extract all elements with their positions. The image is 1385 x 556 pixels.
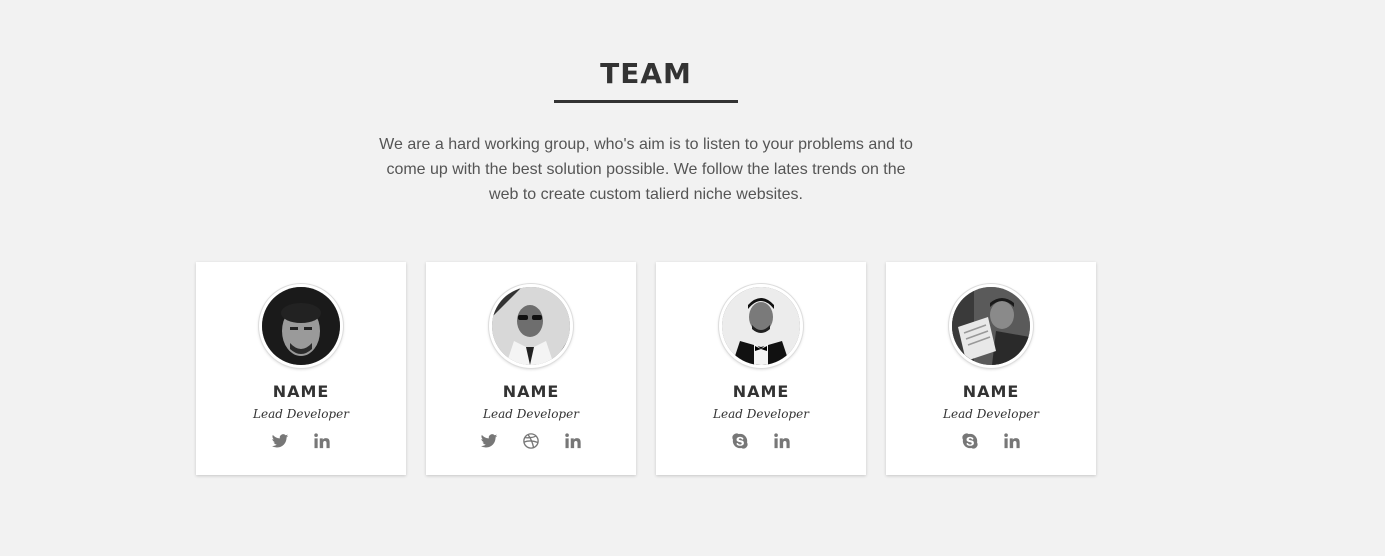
team-heading: TEAM [554, 56, 738, 103]
member-name: NAME [732, 382, 790, 401]
avatar [259, 284, 343, 368]
avatar [719, 284, 803, 368]
twitter-icon[interactable] [479, 431, 499, 451]
team-card: NAME Lead Developer [426, 262, 636, 475]
team-section: TEAM We are a hard working group, who's … [0, 0, 1385, 556]
member-role: Lead Developer [943, 407, 1039, 421]
page-title: TEAM [600, 57, 692, 90]
member-role: Lead Developer [713, 407, 809, 421]
avatar [489, 284, 573, 368]
member-name: NAME [272, 382, 330, 401]
linkedin-icon[interactable] [312, 431, 332, 451]
skype-icon[interactable] [960, 431, 980, 451]
title-underline [554, 100, 738, 103]
team-card: NAME Lead Developer [656, 262, 866, 475]
member-role: Lead Developer [253, 407, 349, 421]
team-intro: We are a hard working group, who's aim i… [379, 136, 913, 203]
linkedin-icon[interactable] [772, 431, 792, 451]
team-card: NAME Lead Developer [886, 262, 1096, 475]
member-role: Lead Developer [483, 407, 579, 421]
dribbble-icon[interactable] [521, 431, 541, 451]
linkedin-icon[interactable] [563, 431, 583, 451]
social-links [196, 431, 406, 451]
twitter-icon[interactable] [270, 431, 290, 451]
team-cards: NAME Lead Developer NAME Lead Developer … [196, 262, 1096, 475]
social-links [886, 431, 1096, 451]
member-name: NAME [502, 382, 560, 401]
team-card: NAME Lead Developer [196, 262, 406, 475]
avatar [949, 284, 1033, 368]
social-links [426, 431, 636, 451]
linkedin-icon[interactable] [1002, 431, 1022, 451]
skype-icon[interactable] [730, 431, 750, 451]
member-name: NAME [962, 382, 1020, 401]
social-links [656, 431, 866, 451]
